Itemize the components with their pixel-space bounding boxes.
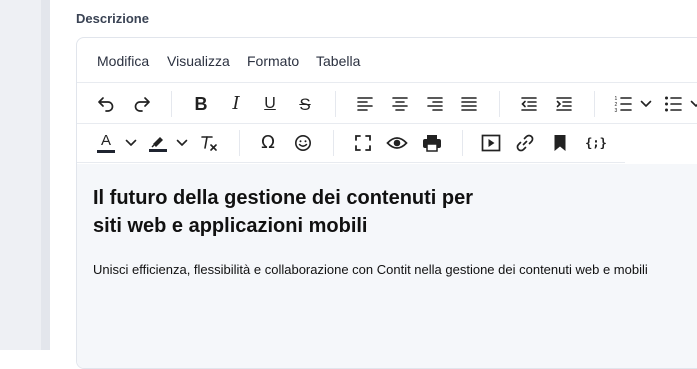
svg-text:3: 3 <box>615 108 618 113</box>
bullet-list-button[interactable] <box>662 91 684 117</box>
menu-visualizza[interactable]: Visualizza <box>167 53 230 69</box>
outdent-icon <box>521 97 537 111</box>
code-braces-icon: {;} <box>585 136 607 150</box>
strikethrough-button[interactable]: S <box>293 91 317 117</box>
special-character-button[interactable]: Ω <box>256 130 280 156</box>
align-justify-icon <box>461 97 477 111</box>
content-paragraph: Unisci efficienza, flessibilità e collab… <box>93 262 648 277</box>
left-panel <box>0 0 41 350</box>
bookmark-icon <box>554 135 566 151</box>
align-right-button[interactable] <box>423 91 447 117</box>
media-play-icon <box>481 134 501 152</box>
numbered-list-dropdown[interactable] <box>639 91 653 117</box>
menu-formato[interactable]: Formato <box>247 53 299 69</box>
editor-content-area[interactable]: Il futuro della gestione dei contenuti p… <box>77 164 697 368</box>
editor-menubar: Modifica Visualizza Formato Tabella <box>77 38 697 82</box>
text-color-button[interactable]: A <box>95 130 117 156</box>
toolbar-separator <box>239 130 240 156</box>
toolbar-row-insert: A Ω {;} <box>77 122 625 163</box>
clear-formatting-icon <box>201 136 217 151</box>
align-left-button[interactable] <box>353 91 377 117</box>
rich-text-editor: Modifica Visualizza Formato Tabella B I … <box>76 37 697 369</box>
toolbar-row-formatting: B I U S 123 <box>77 82 697 124</box>
toolbar-separator <box>499 91 500 117</box>
link-icon <box>516 134 534 152</box>
numbered-list-button[interactable]: 123 <box>612 91 634 117</box>
bullet-list-icon <box>665 96 682 112</box>
chevron-down-icon <box>640 100 652 107</box>
preview-button[interactable] <box>384 130 410 156</box>
italic-icon: I <box>232 93 240 114</box>
panel-divider <box>41 0 50 350</box>
toolbar-separator <box>333 130 334 156</box>
highlight-color-dropdown[interactable] <box>175 130 189 156</box>
redo-icon <box>134 97 150 112</box>
chevron-down-icon <box>176 139 188 146</box>
text-color-icon: A <box>100 132 111 149</box>
underline-button[interactable]: U <box>258 91 282 117</box>
align-left-icon <box>357 97 373 111</box>
menu-modifica[interactable]: Modifica <box>97 53 149 69</box>
content-heading: Il futuro della gestione dei contenuti p… <box>93 187 474 237</box>
highlight-color-button[interactable] <box>147 130 169 156</box>
redo-button[interactable] <box>129 91 155 117</box>
insert-link-button[interactable] <box>513 130 537 156</box>
field-label: Descrizione <box>76 11 149 26</box>
emoji-button[interactable] <box>291 130 315 156</box>
underline-icon: U <box>264 95 276 112</box>
code-sample-button[interactable]: {;} <box>582 130 610 156</box>
insert-media-button[interactable] <box>479 130 503 156</box>
printer-icon <box>423 135 441 152</box>
align-right-icon <box>427 97 443 111</box>
align-justify-button[interactable] <box>457 91 481 117</box>
undo-icon <box>98 97 114 112</box>
fullscreen-button[interactable] <box>351 130 375 156</box>
align-center-button[interactable] <box>388 91 412 117</box>
bookmark-button[interactable] <box>548 130 572 156</box>
outdent-button[interactable] <box>517 91 541 117</box>
indent-button[interactable] <box>552 91 576 117</box>
toolbar-separator <box>594 91 595 117</box>
clear-formatting-button[interactable] <box>197 130 221 156</box>
print-button[interactable] <box>420 130 444 156</box>
bold-button[interactable]: B <box>189 91 213 117</box>
omega-icon: Ω <box>261 132 275 153</box>
highlight-color-swatch <box>149 149 167 152</box>
align-center-icon <box>392 97 408 111</box>
numbered-list-icon: 123 <box>615 96 632 113</box>
highlighter-icon <box>151 137 163 148</box>
eye-icon <box>386 137 408 149</box>
smiley-icon <box>295 135 311 151</box>
text-color-dropdown[interactable] <box>124 130 138 156</box>
text-color-swatch <box>97 150 115 153</box>
fullscreen-icon <box>355 135 371 151</box>
menu-tabella[interactable]: Tabella <box>316 53 360 69</box>
italic-button[interactable]: I <box>224 91 248 117</box>
toolbar-separator <box>171 91 172 117</box>
bold-icon: B <box>194 94 208 114</box>
indent-icon <box>556 97 572 111</box>
bullet-list-dropdown[interactable] <box>689 91 697 117</box>
undo-button[interactable] <box>93 91 119 117</box>
toolbar-separator <box>462 130 463 156</box>
chevron-down-icon <box>690 100 697 107</box>
chevron-down-icon <box>125 139 137 146</box>
toolbar-separator <box>335 91 336 117</box>
strikethrough-icon: S <box>299 94 311 114</box>
